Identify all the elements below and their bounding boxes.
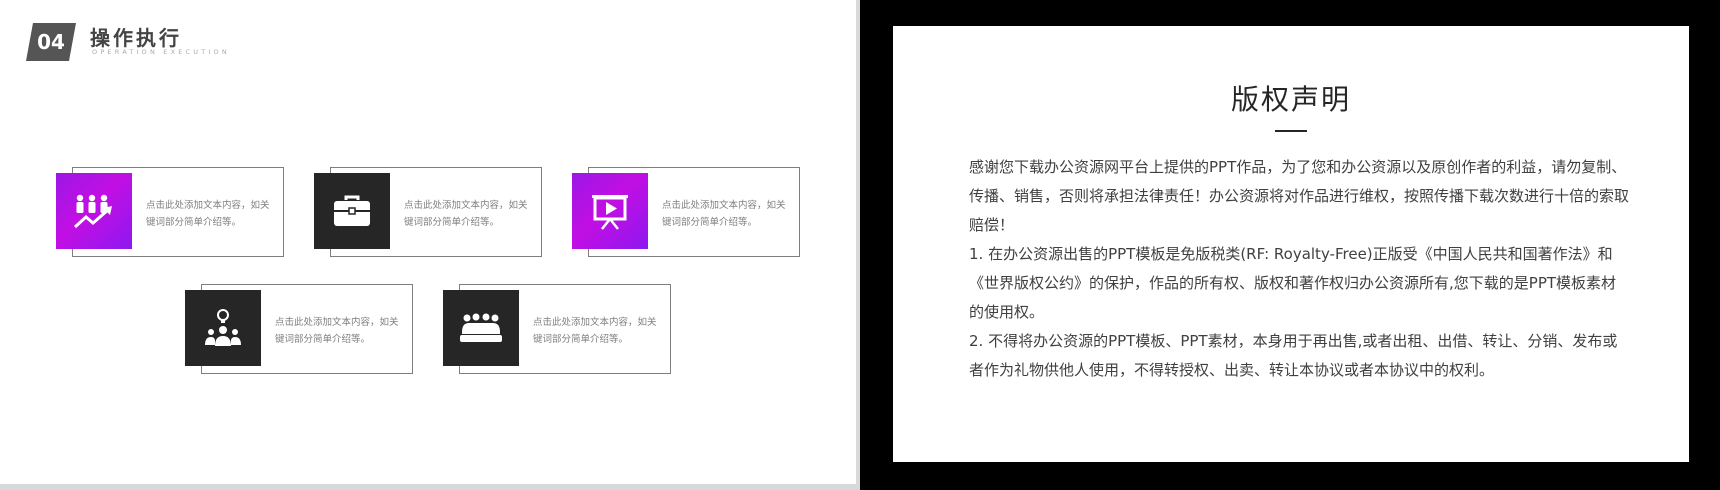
copyright-paragraph-2: 1. 在办公资源出售的PPT模板是免版税类(RF: Royalty-Free)正… [969,245,1617,321]
feature-card-2: 点击此处添加文本内容，如关键词部分简单介绍等。 [314,167,542,259]
copyright-panel: 版权声明 感谢您下载办公资源网平台上提供的PPT作品，为了您和办公资源以及原创作… [893,26,1689,462]
feature-card-3: 点击此处添加文本内容，如关键词部分简单介绍等。 [572,167,800,259]
card-description: 点击此处添加文本内容，如关键词部分简单介绍等。 [146,200,270,228]
copyright-body: 感谢您下载办公资源网平台上提供的PPT作品，为了您和办公资源以及原创作者的利益，… [969,153,1629,385]
team-group-icon [443,290,519,366]
copyright-slide: 版权声明 感谢您下载办公资源网平台上提供的PPT作品，为了您和办公资源以及原创作… [860,0,1720,490]
copyright-paragraph-3: 2. 不得将办公资源的PPT模板、PPT素材，本身用于再出售,或者出租、出借、转… [969,332,1618,379]
card-description: 点击此处添加文本内容，如关键词部分简单介绍等。 [662,200,786,228]
card-description: 点击此处添加文本内容，如关键词部分简单介绍等。 [404,200,528,228]
section-title: 操作执行 [90,26,182,50]
presentation-play-icon [572,173,648,249]
copyright-paragraph-1: 感谢您下载办公资源网平台上提供的PPT作品，为了您和办公资源以及原创作者的利益，… [969,158,1630,234]
section-number-badge: 04 [26,23,76,61]
title-divider [1275,130,1307,132]
feature-card-1: 点击此处添加文本内容，如关键词部分简单介绍等。 [56,167,284,259]
feature-card-4: 点击此处添加文本内容，如关键词部分简单介绍等。 [185,284,413,376]
feature-card-5: 点击此处添加文本内容，如关键词部分简单介绍等。 [443,284,671,376]
people-growth-icon [56,173,132,249]
card-description: 点击此处添加文本内容，如关键词部分简单介绍等。 [533,317,657,345]
section-subtitle: OPERATION EXECUTION [92,48,230,56]
idea-person-icon [185,290,261,366]
briefcase-icon [314,173,390,249]
card-description: 点击此处添加文本内容，如关键词部分简单介绍等。 [275,317,399,345]
content-slide: 04 操作执行 OPERATION EXECUTION 点击此处添加文本内容，如… [0,0,856,484]
copyright-title: 版权声明 [1230,83,1351,116]
section-number: 04 [37,30,65,54]
